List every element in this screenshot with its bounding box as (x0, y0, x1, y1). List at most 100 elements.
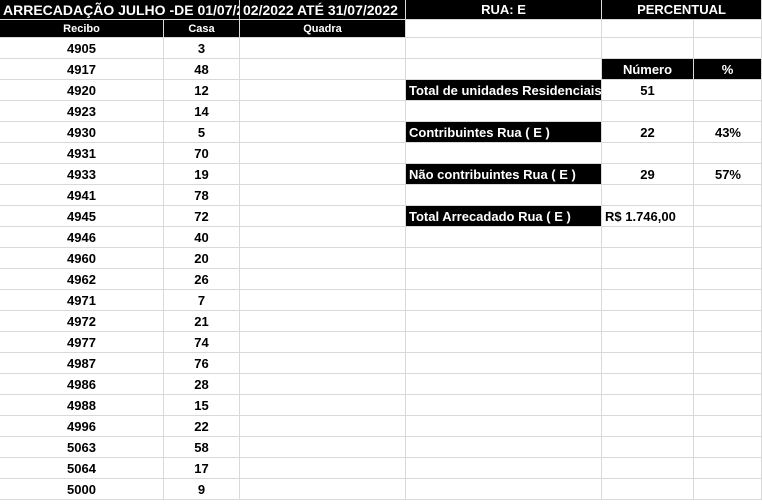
empty-cell[interactable] (602, 311, 694, 332)
empty-cell[interactable] (406, 458, 602, 479)
quadra-cell[interactable] (240, 206, 406, 227)
recibo-cell[interactable]: 4988 (0, 395, 164, 416)
total-unidades-label[interactable]: Total de unidades Residenciais (406, 80, 602, 101)
recibo-cell[interactable]: 4977 (0, 332, 164, 353)
empty-cell[interactable] (406, 311, 602, 332)
nao-contribuintes-value[interactable]: 29 (602, 164, 694, 185)
recibo-cell[interactable]: 4987 (0, 353, 164, 374)
quadra-cell[interactable] (240, 101, 406, 122)
empty-cell[interactable] (602, 248, 694, 269)
empty-cell[interactable] (602, 143, 694, 164)
casa-cell[interactable]: 14 (164, 101, 240, 122)
recibo-cell[interactable]: 4923 (0, 101, 164, 122)
quadra-cell[interactable] (240, 395, 406, 416)
empty-cell[interactable] (602, 458, 694, 479)
casa-cell[interactable]: 19 (164, 164, 240, 185)
empty-cell[interactable] (602, 395, 694, 416)
recibo-cell[interactable]: 4945 (0, 206, 164, 227)
recibo-cell[interactable]: 4996 (0, 416, 164, 437)
quadra-cell[interactable] (240, 122, 406, 143)
quadra-cell[interactable] (240, 185, 406, 206)
recibo-cell[interactable]: 5000 (0, 479, 164, 500)
casa-cell[interactable]: 9 (164, 479, 240, 500)
empty-cell[interactable] (694, 458, 762, 479)
numero-header[interactable]: Número (602, 59, 694, 80)
casa-cell[interactable]: 7 (164, 290, 240, 311)
empty-cell[interactable] (602, 437, 694, 458)
contribuintes-label[interactable]: Contribuintes Rua ( E ) (406, 122, 602, 143)
contribuintes-pct[interactable]: 43% (694, 122, 762, 143)
quadra-cell[interactable] (240, 332, 406, 353)
nao-contribuintes-label[interactable]: Não contribuintes Rua ( E ) (406, 164, 602, 185)
empty-cell[interactable] (602, 20, 694, 38)
quadra-cell[interactable] (240, 80, 406, 101)
recibo-cell[interactable]: 4930 (0, 122, 164, 143)
recibo-cell[interactable]: 4946 (0, 227, 164, 248)
recibo-cell[interactable]: 5063 (0, 437, 164, 458)
recibo-cell[interactable]: 5064 (0, 458, 164, 479)
quadra-cell[interactable] (240, 143, 406, 164)
casa-cell[interactable]: 22 (164, 416, 240, 437)
col-casa-header[interactable]: Casa (164, 20, 240, 38)
quadra-cell[interactable] (240, 290, 406, 311)
casa-cell[interactable]: 15 (164, 395, 240, 416)
quadra-cell[interactable] (240, 353, 406, 374)
empty-cell[interactable] (602, 38, 694, 59)
empty-cell[interactable] (602, 332, 694, 353)
empty-cell[interactable] (406, 38, 602, 59)
empty-cell[interactable] (694, 248, 762, 269)
quadra-cell[interactable] (240, 164, 406, 185)
empty-cell[interactable] (602, 374, 694, 395)
empty-cell[interactable] (406, 101, 602, 122)
empty-cell[interactable] (406, 248, 602, 269)
empty-cell[interactable] (694, 479, 762, 500)
empty-cell[interactable] (694, 185, 762, 206)
empty-cell[interactable] (694, 395, 762, 416)
total-unidades-value[interactable]: 51 (602, 80, 694, 101)
rua-header[interactable]: RUA: E (406, 0, 602, 20)
empty-cell[interactable] (694, 227, 762, 248)
empty-cell[interactable] (694, 143, 762, 164)
quadra-cell[interactable] (240, 227, 406, 248)
casa-cell[interactable]: 12 (164, 80, 240, 101)
casa-cell[interactable]: 70 (164, 143, 240, 164)
casa-cell[interactable]: 17 (164, 458, 240, 479)
empty-cell[interactable] (406, 269, 602, 290)
casa-cell[interactable]: 72 (164, 206, 240, 227)
casa-cell[interactable]: 26 (164, 269, 240, 290)
recibo-cell[interactable]: 4971 (0, 290, 164, 311)
col-recibo-header[interactable]: Recibo (0, 20, 164, 38)
casa-cell[interactable]: 28 (164, 374, 240, 395)
empty-cell[interactable] (694, 206, 762, 227)
empty-cell[interactable] (406, 290, 602, 311)
casa-cell[interactable]: 76 (164, 353, 240, 374)
quadra-cell[interactable] (240, 479, 406, 500)
total-arrecadado-value[interactable]: R$ 1.746,00 (602, 206, 694, 227)
empty-cell[interactable] (406, 20, 602, 38)
casa-cell[interactable]: 74 (164, 332, 240, 353)
col-quadra-header[interactable]: Quadra (240, 20, 406, 38)
empty-cell[interactable] (694, 38, 762, 59)
percentual-header[interactable]: PERCENTUAL (602, 0, 762, 20)
recibo-cell[interactable]: 4905 (0, 38, 164, 59)
casa-cell[interactable]: 58 (164, 437, 240, 458)
casa-cell[interactable]: 20 (164, 248, 240, 269)
quadra-cell[interactable] (240, 59, 406, 80)
empty-cell[interactable] (694, 269, 762, 290)
recibo-cell[interactable]: 4986 (0, 374, 164, 395)
empty-cell[interactable] (406, 59, 602, 80)
total-arrecadado-label[interactable]: Total Arrecadado Rua ( E ) (406, 206, 602, 227)
title-part-left[interactable]: ARRECADAÇÃO JULHO -DE 01/07/2( (0, 0, 240, 20)
empty-cell[interactable] (602, 185, 694, 206)
casa-cell[interactable]: 5 (164, 122, 240, 143)
empty-cell[interactable] (406, 374, 602, 395)
empty-cell[interactable] (602, 353, 694, 374)
quadra-cell[interactable] (240, 248, 406, 269)
empty-cell[interactable] (406, 227, 602, 248)
empty-cell[interactable] (694, 80, 762, 101)
empty-cell[interactable] (694, 437, 762, 458)
empty-cell[interactable] (406, 416, 602, 437)
quadra-cell[interactable] (240, 374, 406, 395)
quadra-cell[interactable] (240, 38, 406, 59)
title-part-right[interactable]: 02/2022 ATÉ 31/07/2022 (240, 0, 406, 20)
